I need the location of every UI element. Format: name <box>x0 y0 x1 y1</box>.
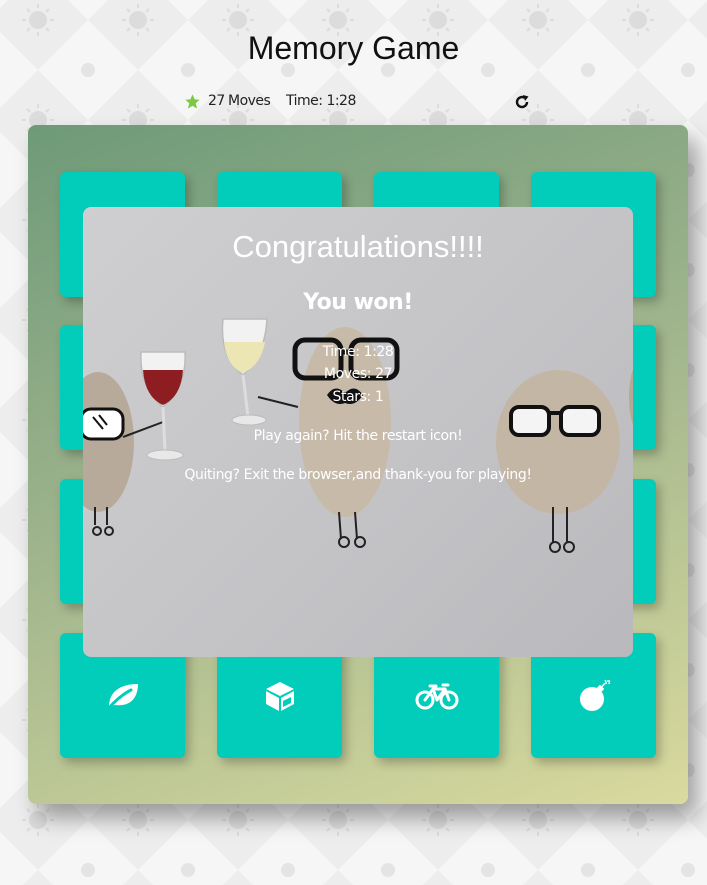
restart-icon[interactable] <box>514 94 530 110</box>
modal-moves: Moves: 27 <box>323 366 393 382</box>
modal-quit: Quiting? Exit the browser,and thank-you … <box>184 467 532 483</box>
modal-title: Congratulations!!!! <box>232 229 484 264</box>
modal-subtitle: You won! <box>303 290 413 315</box>
time-value: 1:28 <box>326 93 356 109</box>
modal-time: Time: 1:28 <box>322 344 394 360</box>
bomb-icon <box>579 679 611 711</box>
leaf-icon <box>106 683 138 710</box>
moves-label: Moves <box>228 93 271 109</box>
win-modal: Congratulations!!!! You won! Time: 1:28 … <box>83 207 633 657</box>
bicycle-icon <box>415 683 458 709</box>
modal-stars: Stars: 1 <box>332 389 384 405</box>
timer: Time: 1:28 <box>286 93 356 109</box>
modal-play-again: Play again? Hit the restart icon! <box>253 428 463 444</box>
score-panel: 27 Moves Time: 1:28 <box>0 92 707 114</box>
time-label: Time: <box>286 93 323 109</box>
page-title: Memory Game <box>247 30 460 66</box>
star-icon <box>185 94 200 109</box>
cube-icon <box>265 681 294 711</box>
moves-count: 27 <box>208 93 225 109</box>
